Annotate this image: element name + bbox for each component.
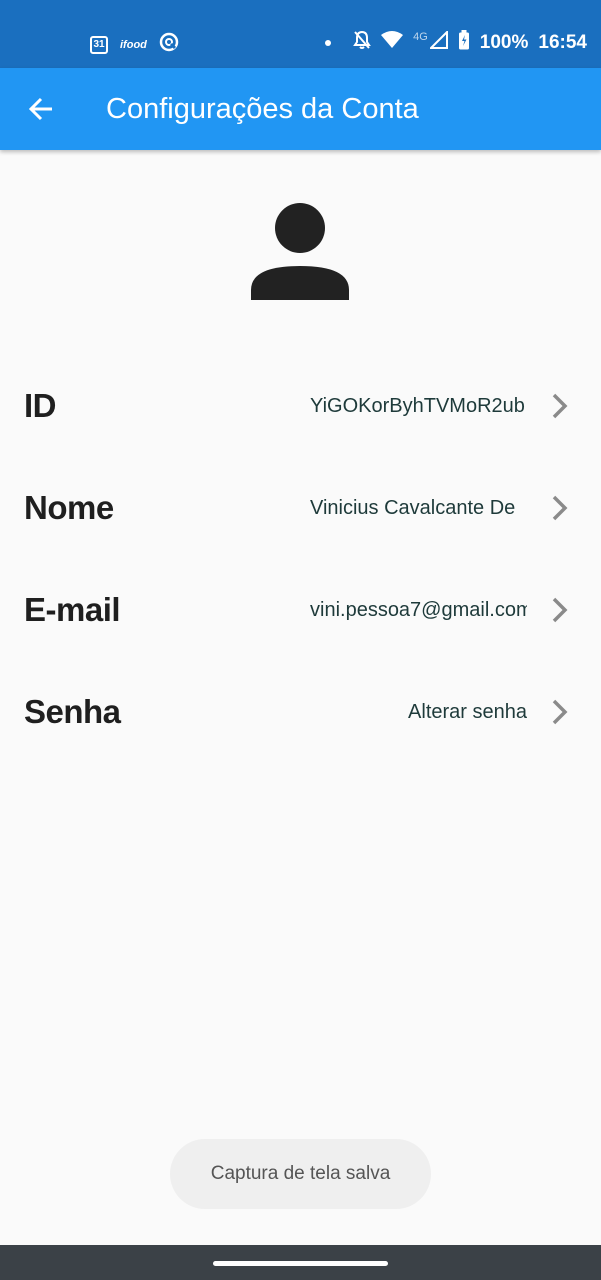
battery-percent: 100% — [479, 32, 529, 53]
notification-dot-icon — [325, 40, 332, 46]
row-value: vini.pessoa7@gmail.com — [310, 599, 527, 621]
page-title: Configurações da Conta — [106, 93, 419, 125]
person-icon — [251, 203, 349, 300]
status-bar: 31 ifood 4G 100% 16:54 — [0, 0, 601, 68]
account-row-nome[interactable]: Nome Vinicius Cavalcante De — [0, 468, 601, 548]
back-button[interactable] — [22, 90, 60, 128]
arrow-left-icon — [28, 97, 52, 121]
calendar-icon: 31 — [90, 35, 108, 54]
system-status: 4G 100% 16:54 — [325, 29, 587, 56]
row-value: Vinicius Cavalcante De — [310, 497, 516, 519]
toast-message: Captura de tela salva — [170, 1139, 431, 1209]
avatar[interactable] — [250, 202, 350, 302]
wifi-icon — [381, 31, 404, 55]
chevron-right-icon — [552, 597, 568, 623]
row-label: Nome — [24, 489, 114, 526]
ifood-icon: ifood — [120, 38, 147, 51]
chevron-right-icon — [552, 699, 568, 725]
row-label: Senha — [24, 693, 121, 730]
clock: 16:54 — [538, 32, 587, 53]
row-label: E-mail — [24, 591, 121, 628]
battery-icon — [458, 30, 470, 56]
bell-off-icon — [353, 30, 371, 56]
account-row-id[interactable]: ID YiGOKorByhTVMoR2ub — [0, 366, 601, 446]
notification-icons: 31 ifood — [90, 32, 179, 57]
account-row-senha[interactable]: Senha Alterar senha — [0, 672, 601, 752]
row-label: ID — [24, 387, 57, 424]
row-value: YiGOKorByhTVMoR2ub — [310, 395, 525, 417]
app-bar: Configurações da Conta — [0, 68, 601, 150]
home-gesture-handle[interactable] — [213, 1261, 388, 1266]
sync-icon — [159, 32, 179, 57]
chevron-right-icon — [552, 495, 568, 521]
chevron-right-icon — [552, 393, 568, 419]
signal-icon — [428, 29, 448, 55]
account-row-email[interactable]: E-mail vini.pessoa7@gmail.com — [0, 570, 601, 650]
change-password-link[interactable]: Alterar senha — [408, 672, 527, 752]
navigation-bar — [0, 1245, 601, 1280]
network-type: 4G — [413, 31, 428, 43]
